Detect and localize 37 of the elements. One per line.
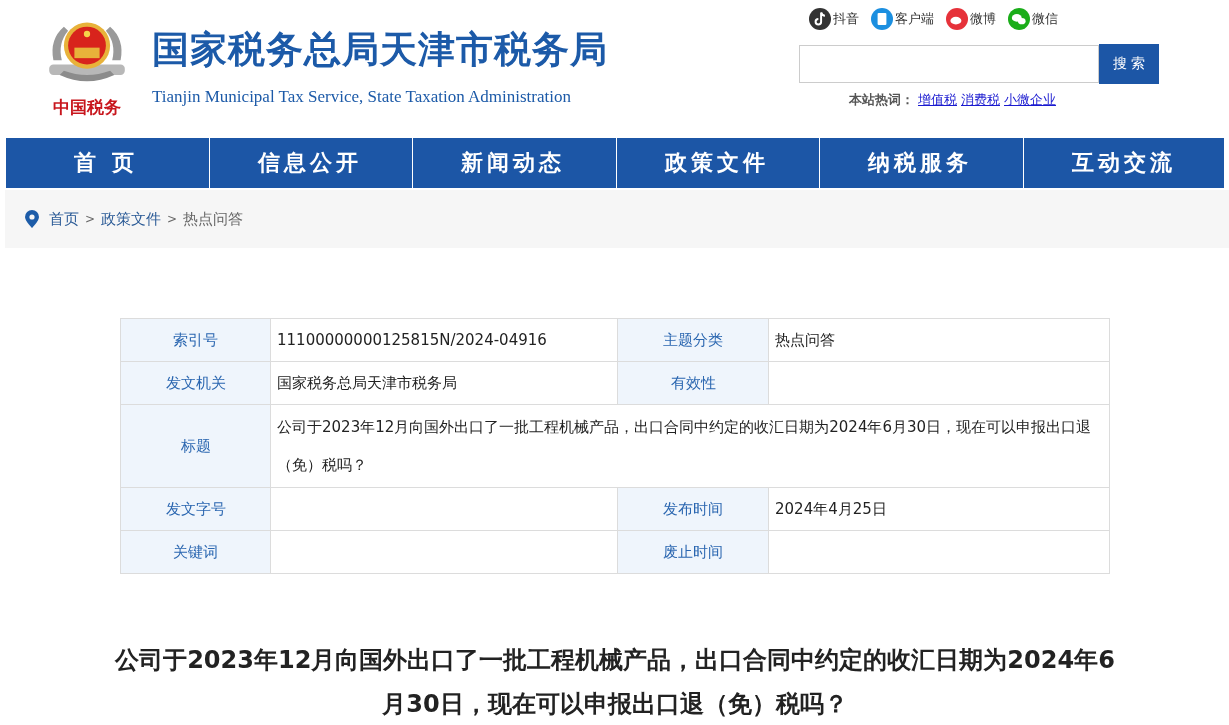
table-cell: 国家税务总局天津市税务局 xyxy=(270,361,618,405)
site-title: 国家税务总局天津市税务局 xyxy=(152,26,608,73)
social-link[interactable]: 微博 xyxy=(946,8,996,30)
table-label-cell: 关键词 xyxy=(120,530,271,574)
chat-bubbles-icon xyxy=(1008,8,1030,30)
table-cell: 2024年4月25日 xyxy=(768,487,1110,531)
table-label-cell: 发文机关 xyxy=(120,361,271,405)
table-label-cell: 废止时间 xyxy=(617,530,769,574)
table-label-cell: 主题分类 xyxy=(617,318,769,362)
logo-caption: 中国税务 xyxy=(53,97,121,119)
location-pin-icon xyxy=(25,210,39,228)
search-button[interactable]: 搜 索 xyxy=(1099,44,1159,84)
breadcrumb-link[interactable]: 政策文件 xyxy=(101,209,162,229)
tablet-icon xyxy=(871,8,893,30)
hot-word-link[interactable]: 小微企业 xyxy=(1004,91,1056,109)
breadcrumb-link[interactable]: 首页 xyxy=(49,209,79,229)
table-label-cell: 发文字号 xyxy=(120,487,271,531)
hot-word-link[interactable]: 消费税 xyxy=(961,91,1000,109)
article-title: 公司于2023年12月向国外出口了一批工程机械产品，出口合同中约定的收汇日期为2024年6月30日，现在可以申报出口退（免）税吗？ xyxy=(113,645,1116,720)
music-note-icon xyxy=(809,8,831,30)
table-cell: 公司于2023年12月向国外出口了一批工程机械产品，出口合同中约定的收汇日期为2024年6月30日，现在可以申报出口退（免）税吗？ xyxy=(270,404,1110,488)
social-link[interactable]: 客户端 xyxy=(871,8,934,30)
breadcrumb-separator: > xyxy=(167,212,178,226)
table-label-cell: 标题 xyxy=(120,404,271,488)
search-field[interactable] xyxy=(799,45,1099,83)
table-cell: 11100000000125815N/2024-04916 xyxy=(270,318,618,362)
table-label-cell: 索引号 xyxy=(120,318,271,362)
hot-word-link[interactable]: 增值税 xyxy=(918,91,957,109)
breadcrumb-link[interactable]: 热点问答 xyxy=(183,209,244,229)
hot-words-label: 本站热词： xyxy=(849,91,914,109)
table-label-cell: 发布时间 xyxy=(617,487,769,531)
social-link[interactable]: 微信 xyxy=(1008,8,1058,30)
social-link[interactable]: 抖音 xyxy=(809,8,859,30)
breadcrumb-separator: > xyxy=(85,212,96,226)
site-subtitle: Tianjin Municipal Tax Service, State Taxation Administration xyxy=(152,86,572,107)
table-cell: 热点问答 xyxy=(768,318,1110,362)
table-label-cell: 有效性 xyxy=(617,361,769,405)
